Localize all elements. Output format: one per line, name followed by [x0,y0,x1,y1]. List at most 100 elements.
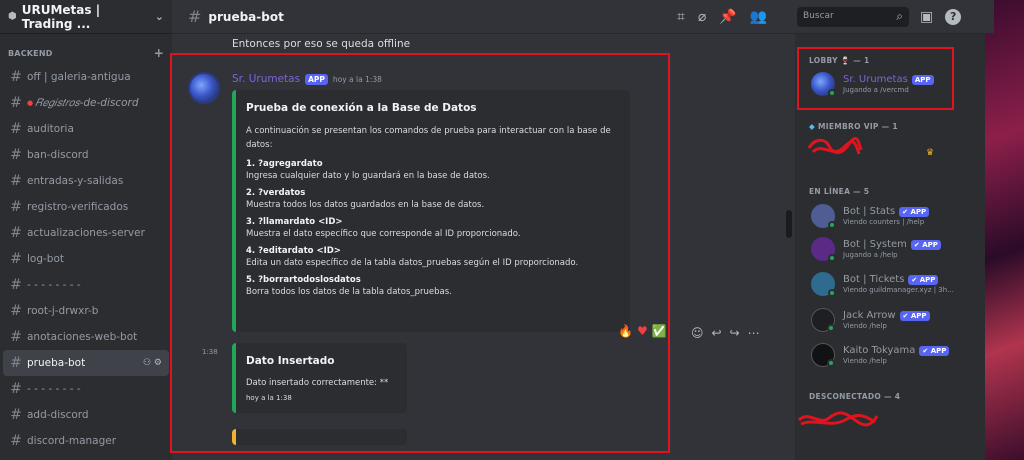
add-reaction-icon[interactable]: ☺ [691,326,704,340]
online-status-icon [828,89,836,97]
member-item[interactable]: Bot | System ✔ APP Jugando a /help [811,237,941,262]
server-name: URUMetas | Trading ... [21,2,101,31]
avatar [811,308,835,332]
member-item[interactable]: Jack Arrow ✔ APP Viendo /help [811,308,930,332]
hover-timestamp: 1:38 [202,348,218,356]
category-label: BACKEND [8,48,53,58]
member-item[interactable]: Sr. Urumetas APP Jugando a /vercmd [811,72,934,97]
avatar [811,343,835,367]
heart-reaction-icon[interactable]: ♥ [637,324,648,338]
member-name: Bot | Stats [843,206,896,217]
hash-icon: # [10,121,22,137]
hash-icon: # [10,199,22,215]
command-desc: Muestra todos los datos guardados en la … [246,200,485,210]
server-header[interactable]: ⬢ URUMetas | Trading ... ⌄ [0,0,172,34]
help-icon[interactable]: ? [945,9,962,25]
forward-icon[interactable]: ↪ [730,326,740,340]
command-desc: Muestra el dato específico que correspon… [246,229,521,239]
redaction-scribble [807,137,863,155]
member-list: LOBBY 🍷 — 1 Sr. Urumetas APP Jugando a /v… [795,34,985,460]
pin-icon[interactable]: 📌 [719,9,736,25]
embed-title: Prueba de conexión a la Base de Datos [246,102,477,114]
threads-icon[interactable]: ⌗ [677,9,685,25]
server-icon: ⬢ [8,11,17,22]
message-header: Sr. Urumetas APP hoy a la 1:38 [232,73,382,85]
message-timestamp: hoy a la 1:38 [332,74,382,84]
inbox-icon[interactable]: ▣ [920,9,933,25]
more-options-icon[interactable]: ⋯ [748,326,760,340]
channel-label: auditoria [27,123,74,135]
author-name[interactable]: Sr. Urumetas [232,73,300,85]
member-item[interactable]: Kaito Tokyama ✔ APP Viendo /help [811,343,950,367]
channel-label: - - - - - - - - [27,279,81,291]
member-name: Kaito Tokyama [843,345,916,356]
command-name: 2. ?verdatos [246,188,306,198]
channel-label: ban-discord [27,149,89,161]
embed-title: Dato Insertado [246,355,335,367]
add-channel-icon[interactable]: + [154,46,164,60]
verified-app-badge: ✔ APP [910,239,941,250]
channel-item[interactable]: # root-j-drwxr-b [3,298,169,324]
hash-icon: # [10,381,22,397]
member-item[interactable]: Bot | Stats ✔ APP Viendo counters | /help [811,204,930,229]
channel-item[interactable]: # log-bot [3,246,169,272]
mute-bell-icon[interactable]: ⌀ [698,9,706,25]
online-status-icon [828,221,836,229]
members-icon[interactable]: 👥 [750,9,767,25]
search-icon: ⌕ [896,9,903,23]
invite-settings-icons[interactable]: ⚇ ⚙ [143,358,162,368]
hash-icon: # [188,7,202,26]
channel-label: registro-verificados [27,201,129,213]
embed-description: Dato insertado correctamente: ** [246,378,389,388]
scrollbar-thumb[interactable] [786,210,792,238]
online-status-icon [828,254,836,262]
channel-label: anotaciones-web-bot [27,331,138,343]
category-backend[interactable]: BACKEND + [0,42,172,64]
crown-icon: ♛ [926,148,935,158]
channel-item[interactable]: # anotaciones-web-bot [3,324,169,350]
channel-item[interactable]: # actualizaciones-server [3,220,169,246]
command-desc: Edita un dato específico de la tabla dat… [246,258,579,268]
red-dot-icon: ● [27,99,34,107]
channel-label: 𝑅𝑒𝑔𝑖𝑠𝑡𝑟𝑜𝑠-de-discord [35,96,139,109]
hash-icon: # [10,251,22,267]
message-list: Entonces por eso se queda offline Sr. Ur… [172,34,785,460]
channel-item[interactable]: # add-discord [3,402,169,428]
author-avatar[interactable] [188,72,220,104]
reply-icon[interactable]: ↩ [712,326,722,340]
channel-item[interactable]: # ● 𝑅𝑒𝑔𝑖𝑠𝑡𝑟𝑜𝑠-de-discord [3,90,169,116]
channel-item[interactable]: # registro-verificados [3,194,169,220]
member-item[interactable]: Bot | Tickets ✔ APP Viendo guildmanager.x… [811,272,954,297]
channel-item[interactable]: # auditoria [3,116,169,142]
channel-item[interactable]: # entradas-y-salidas [3,168,169,194]
channel-sidebar: ⬢ URUMetas | Trading ... ⌄ BACKEND + # of… [0,0,172,460]
online-status-icon [827,359,835,367]
channel-item-active[interactable]: # prueba-bot ⚇ ⚙ [3,350,169,376]
channel-item[interactable]: # ban-discord [3,142,169,168]
channel-item[interactable]: # off | galeria-antigua [3,64,169,90]
hash-icon: # [10,173,22,189]
member-activity: Viendo counters | /help [843,218,925,226]
hash-icon: # [10,303,22,319]
channel-item[interactable]: # discord-manager [3,428,169,454]
group-header-lobby: LOBBY 🍷 — 1 [809,56,870,65]
search-input[interactable]: Buscar ⌕ [797,7,909,27]
member-activity: Viendo /help [843,322,887,330]
flame-reaction-icon[interactable]: 🔥 [618,324,633,338]
diamond-icon: ◆ [809,122,816,131]
avatar [811,272,836,297]
avatar [811,72,836,97]
embed-timestamp: hoy a la 1:38 [246,394,292,402]
app-badge: APP [305,73,328,85]
avatar [811,237,836,262]
hash-icon: # [10,407,22,423]
check-reaction-icon[interactable]: ✅ [652,324,667,338]
channel-label: log-bot [27,253,65,265]
group-header-offline: DESCONECTADO — 4 [809,392,901,401]
channel-item[interactable]: # - - - - - - - - [3,272,169,298]
channel-item[interactable]: # - - - - - - - - [3,376,169,402]
member-activity: Jugando a /vercmd [843,86,909,94]
search-placeholder: Buscar [803,11,834,21]
member-activity: Viendo /help [843,357,887,365]
member-name: Sr. Urumetas [843,74,908,85]
